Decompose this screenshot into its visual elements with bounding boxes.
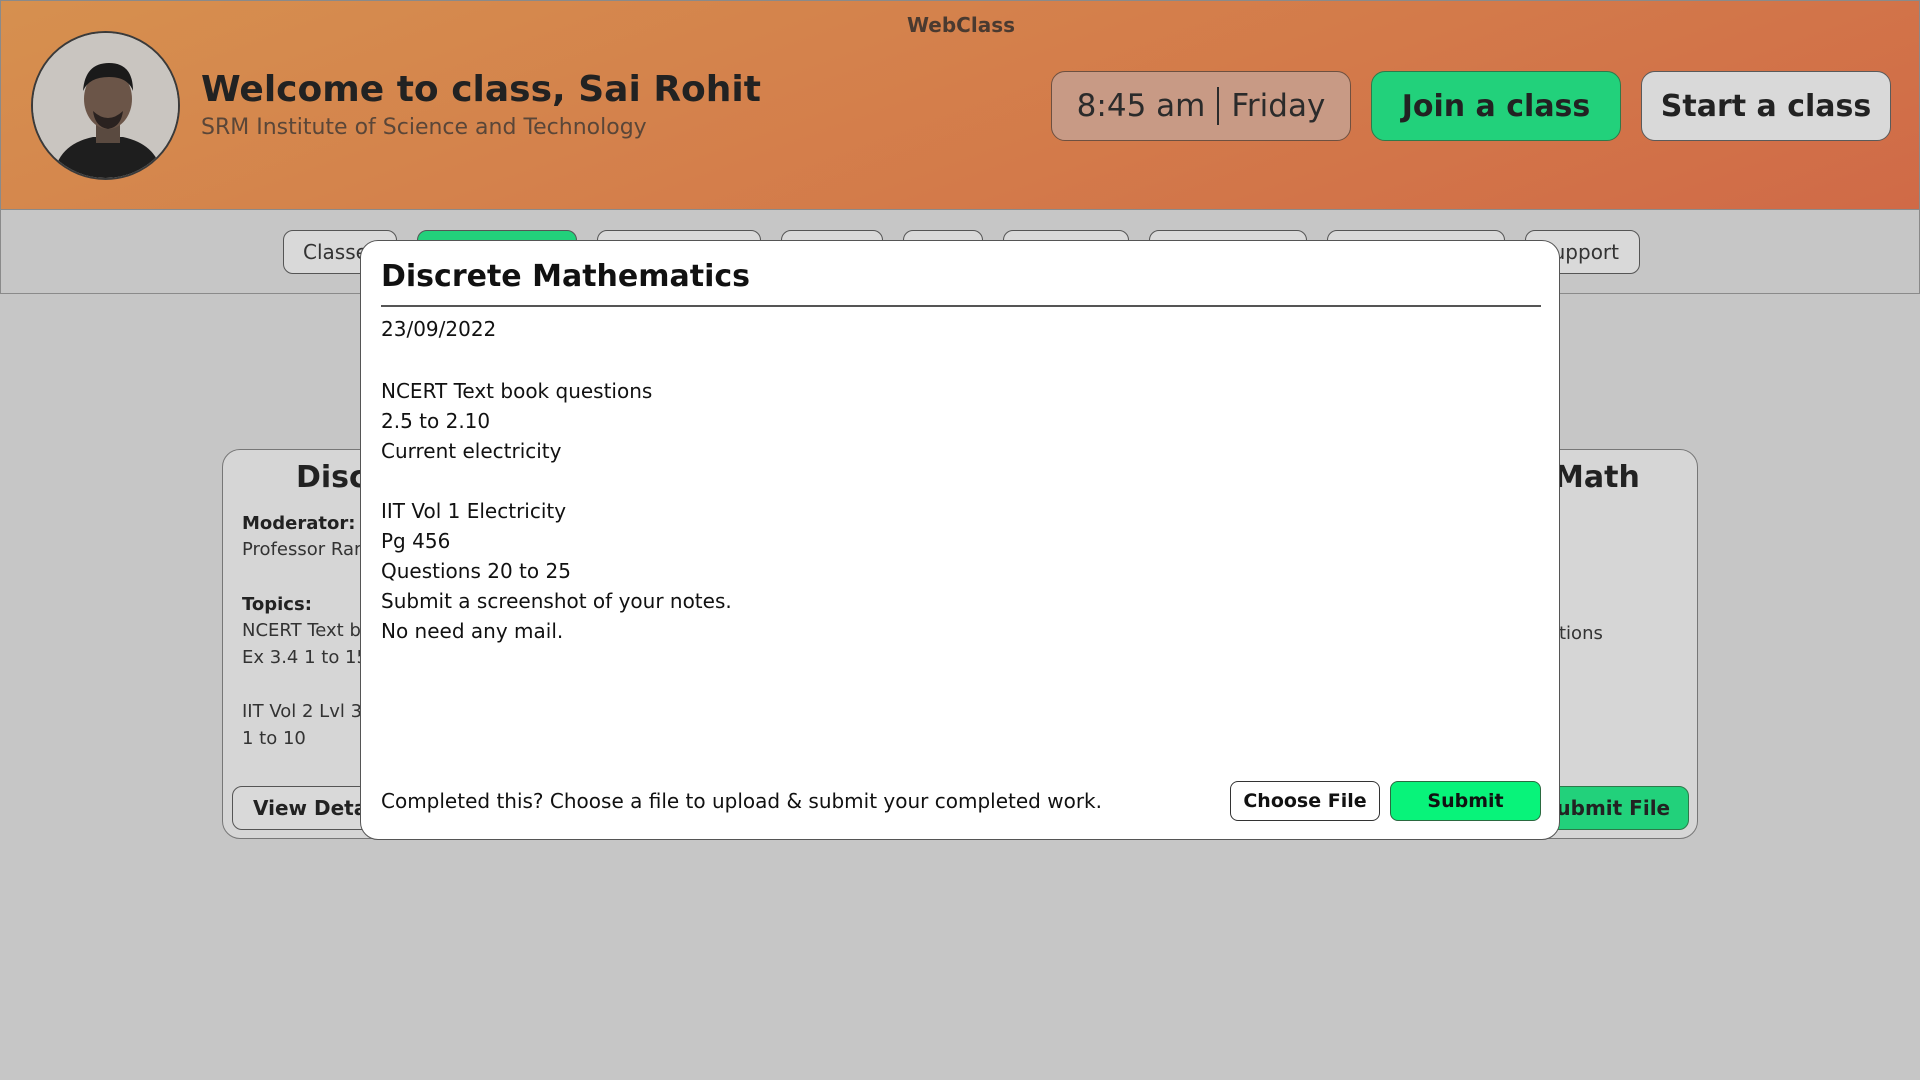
moderator-label: Moderator:: [242, 513, 356, 534]
assignment-date: 23/09/2022: [381, 317, 497, 341]
assignment-modal: Discrete Mathematics 23/09/2022 NCERT Te…: [360, 240, 1560, 840]
card-title-right: Math: [1554, 460, 1640, 495]
assignment-body: NCERT Text book questions 2.5 to 2.10 Cu…: [381, 376, 732, 646]
choose-file-button[interactable]: Choose File: [1230, 781, 1380, 821]
institute-name: SRM Institute of Science and Technology: [201, 115, 647, 140]
assignment-line: No need any mail.: [381, 619, 564, 643]
assignment-line: Submit a screenshot of your notes.: [381, 589, 732, 613]
topics-label: Topics:: [242, 594, 312, 615]
assignment-line: IIT Vol 1 Electricity: [381, 499, 567, 523]
upload-instruction: Completed this? Choose a file to upload …: [381, 789, 1102, 813]
assignment-line: 2.5 to 2.10: [381, 409, 491, 433]
card-title: Disc: [296, 460, 367, 495]
assignment-line: Current electricity: [381, 439, 562, 463]
moderator-value: Professor Ram: [242, 539, 372, 560]
time-separator: [1217, 87, 1220, 125]
time-text: 8:45 am: [1076, 88, 1206, 124]
modal-divider: [381, 305, 1541, 307]
topics-value-2: IIT Vol 2 Lvl 3 1 to 10: [242, 701, 363, 749]
submit-button[interactable]: Submit: [1390, 781, 1541, 821]
topics-value-1: NCERT Text b Ex 3.4 1 to 15: [242, 620, 368, 668]
header: WebClass Welcome to class, Sai Rohit SRM…: [0, 0, 1920, 210]
day-text: Friday: [1231, 88, 1326, 124]
time-display: 8:45 am Friday: [1051, 71, 1351, 141]
user-photo-icon: [33, 33, 178, 178]
assignment-line: NCERT Text book questions: [381, 379, 653, 403]
modal-title: Discrete Mathematics: [381, 259, 751, 294]
avatar[interactable]: [31, 31, 180, 180]
app-title: WebClass: [906, 13, 1016, 37]
welcome-heading: Welcome to class, Sai Rohit: [201, 69, 761, 110]
assignment-line: Pg 456: [381, 529, 451, 553]
start-class-button[interactable]: Start a class: [1641, 71, 1891, 141]
topics-partial: tions: [1559, 623, 1603, 644]
assignment-line: Questions 20 to 25: [381, 559, 571, 583]
join-class-button[interactable]: Join a class: [1371, 71, 1621, 141]
